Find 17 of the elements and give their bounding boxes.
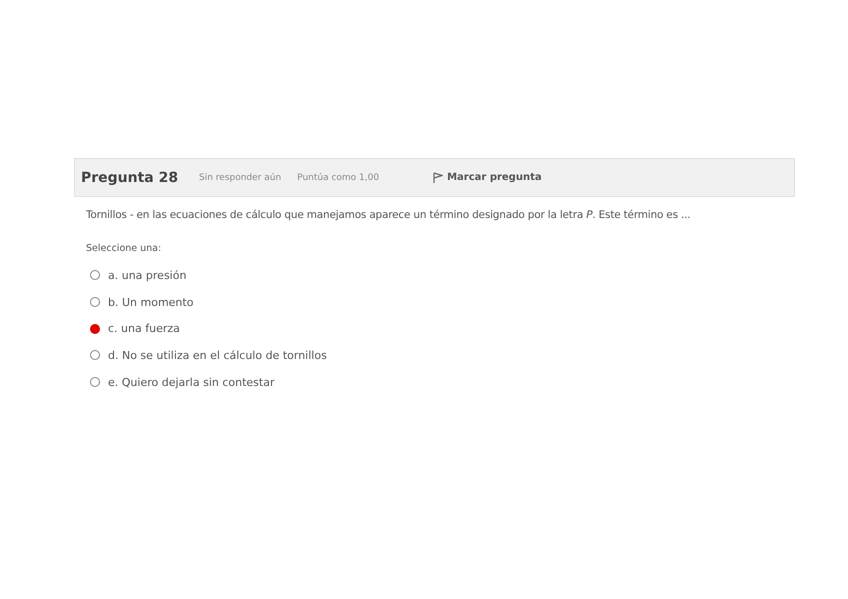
option-label[interactable]: e. Quiero dejarla sin contestar <box>108 376 274 389</box>
flag-question-link[interactable]: Marcar pregunta <box>433 172 542 183</box>
option-label[interactable]: d. No se utiliza en el cálculo de tornillos <box>108 348 327 362</box>
option-label[interactable]: c. una fuerza <box>108 322 180 336</box>
radio-button[interactable] <box>90 297 100 308</box>
flag-icon <box>433 172 444 183</box>
question-grade: Puntúa como 1,00 <box>297 172 380 182</box>
radio-button[interactable] <box>90 270 100 280</box>
question-text: Tornillos - en las ecuaciones de cálculo que manejamos aparece un término designado por la letra P. Este término es ... <box>86 209 692 221</box>
question-status: Sin responder aún <box>199 172 282 182</box>
radio-button[interactable] <box>90 324 100 334</box>
option-label[interactable]: b. Un momento <box>108 296 194 309</box>
radio-button[interactable] <box>90 377 100 388</box>
radio-button[interactable] <box>90 350 100 360</box>
answer-prompt: Seleccione una: <box>86 243 162 254</box>
option-label[interactable]: a. una presión <box>108 268 186 282</box>
question-title: Pregunta 28 <box>81 170 180 186</box>
